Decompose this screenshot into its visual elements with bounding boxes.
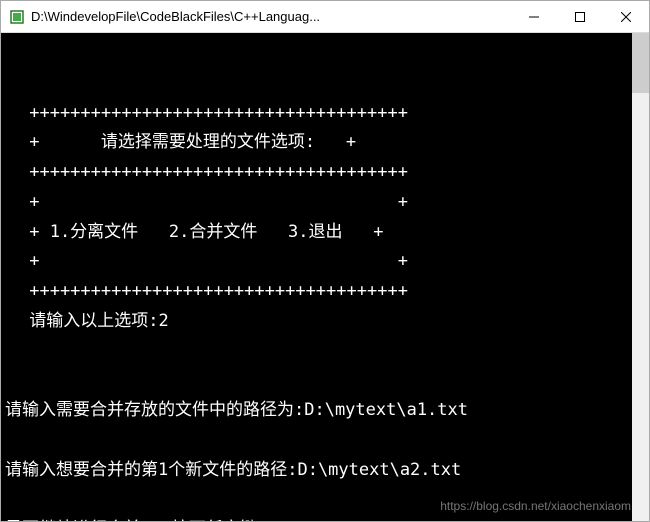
prompt-choice: 请输入以上选项:2 <box>19 307 649 337</box>
prompt-merge-file1: 请输入想要合并的第1个新文件的路径:D:\mytext\a2.txt <box>5 460 461 480</box>
prompt-merge-store-path: 请输入需要合并存放的文件中的路径为:D:\mytext\a1.txt <box>5 400 468 420</box>
menu-border-mid: +++++++++++++++++++++++++++++++++++++ <box>19 158 649 188</box>
prompt-continue-1: 是否继续进行合并(Y/按下任意键): Y <box>5 519 298 521</box>
menu-title: + 请选择需要处理的文件选项: + <box>19 128 649 158</box>
menu-blank-row-2: + + <box>19 247 649 277</box>
vertical-scrollbar[interactable] <box>632 33 649 521</box>
app-window: D:\WindevelopFile\CodeBlackFiles\C++Lang… <box>0 0 650 522</box>
titlebar[interactable]: D:\WindevelopFile\CodeBlackFiles\C++Lang… <box>1 1 649 33</box>
console-text: +++++++++++++++++++++++++++++++++++++ + … <box>5 99 649 522</box>
console-output[interactable]: +++++++++++++++++++++++++++++++++++++ + … <box>1 33 649 521</box>
app-icon <box>9 9 25 25</box>
window-controls <box>511 1 649 32</box>
watermark-text: https://blog.csdn.net/xiaochenxiaom <box>440 496 631 517</box>
menu-blank-row: + + <box>19 188 649 218</box>
menu-border-bottom: +++++++++++++++++++++++++++++++++++++ <box>19 277 649 307</box>
minimize-button[interactable] <box>511 1 557 32</box>
scrollbar-thumb[interactable] <box>632 33 649 93</box>
window-title: D:\WindevelopFile\CodeBlackFiles\C++Lang… <box>31 9 511 24</box>
maximize-button[interactable] <box>557 1 603 32</box>
menu-border-top: +++++++++++++++++++++++++++++++++++++ <box>19 99 649 129</box>
close-button[interactable] <box>603 1 649 32</box>
menu-options: + 1.分离文件 2.合并文件 3.退出 + <box>19 218 649 248</box>
